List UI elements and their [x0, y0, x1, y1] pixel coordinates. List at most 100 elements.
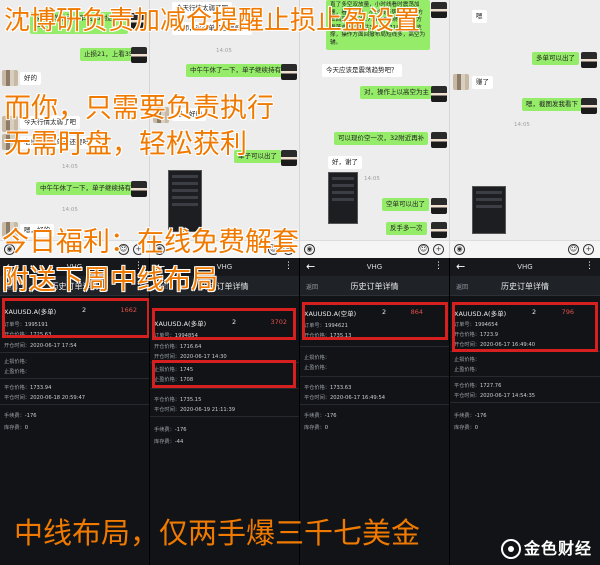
avatar[interactable] [281, 64, 297, 80]
avatar[interactable] [431, 222, 447, 238]
field-label: 手续费： [154, 427, 175, 433]
field-label: 平仓时间： [154, 407, 180, 413]
screenshot-thumbnail[interactable] [328, 172, 358, 224]
field-value: 0 [24, 425, 29, 431]
divider [0, 352, 149, 353]
avatar[interactable] [2, 70, 18, 86]
open-time: 开仓时间：2020-06-17 17:54 [4, 342, 77, 349]
thumbnail-row [332, 191, 354, 194]
field-label: 止盈价格： [304, 365, 330, 371]
chat-message: 嗯，截图发我看下 [522, 98, 582, 111]
chat-message: 空单可以出了 [382, 198, 429, 211]
chat-message: 嗯 [472, 10, 487, 23]
chat-message: 中午午休了一下，单子继续持有 [36, 182, 135, 195]
field-label: 库存费： [304, 425, 325, 431]
chat-message: 中午午休了一下，单子继续持有 [186, 64, 285, 77]
highlight-box [152, 308, 296, 340]
field-value: 1733.63 [329, 385, 352, 391]
field-value: 2020-06-18 20:59:47 [29, 395, 86, 401]
chat-message: 反手多一次 [386, 222, 427, 235]
fee: 手续费：-176 [4, 412, 37, 419]
plus-icon[interactable]: + [583, 244, 594, 255]
more-icon[interactable]: ⋮ [284, 261, 293, 271]
sub-header: 返回 历史订单详情 [450, 276, 600, 296]
avatar[interactable] [431, 198, 447, 214]
close-time: 平仓时间：2020-06-17 14:54:35 [454, 392, 535, 399]
divider [0, 378, 149, 379]
more-icon[interactable]: ⋮ [585, 261, 594, 271]
emoji-icon[interactable]: ☺ [568, 244, 579, 255]
take-profit: 止盈价格： [304, 364, 330, 371]
caption-just-execute: 而你，只需要负责执行 [4, 93, 274, 124]
highlight-box [2, 298, 149, 338]
field-label: 止损价格： [4, 359, 30, 365]
field-value: 2020-06-17 17:54 [29, 343, 77, 349]
chat-input-bar: ◉ ☺ + [300, 240, 449, 258]
avatar[interactable] [431, 132, 447, 148]
stop-loss: 止损价格： [304, 354, 330, 361]
avatar[interactable] [431, 86, 447, 102]
field-label: 库存费： [4, 425, 25, 431]
fee: 手续费：-176 [304, 412, 337, 419]
field-value: -176 [174, 427, 187, 433]
chat-message: 好的 [20, 72, 41, 85]
highlight-box [152, 360, 296, 388]
avatar[interactable] [581, 52, 597, 68]
avatar[interactable] [581, 98, 597, 114]
divider [150, 416, 299, 417]
divider [450, 402, 600, 403]
avatar[interactable] [453, 74, 469, 90]
avatar[interactable] [281, 150, 297, 166]
screenshot-thumbnail[interactable] [472, 186, 506, 234]
emoji-icon[interactable]: ☺ [418, 244, 429, 255]
field-label: 库存费： [154, 439, 175, 445]
field-label: 平仓价格： [4, 385, 30, 391]
timestamp: 14:05 [62, 164, 78, 170]
plus-icon[interactable]: + [433, 244, 444, 255]
nav-bar: ← VHG ⋮ [450, 258, 600, 276]
avatar[interactable] [431, 2, 447, 18]
swap: 库存费：0 [454, 424, 478, 431]
swap: 库存费：0 [4, 424, 28, 431]
highlight-box [302, 302, 448, 340]
field-label: 开仓价格： [154, 344, 180, 350]
field-value: 0 [474, 425, 479, 431]
avatar[interactable] [131, 181, 147, 197]
chat-message: 多单可以出了 [532, 52, 579, 65]
jinse-logo-icon [500, 538, 521, 559]
chat-input-bar: ◉ ☺ + [450, 240, 600, 258]
caption-signal-service: 沈博研负责加减仓提醒止损止盈设置 [4, 6, 421, 36]
take-profit: 止盈价格： [454, 366, 480, 373]
voice-icon[interactable]: ◉ [454, 244, 465, 255]
thumbnail-row [476, 205, 502, 208]
chat-message: 赚了 [472, 76, 493, 89]
field-value: 0 [324, 425, 329, 431]
nav-bar: ← VHG ⋮ [300, 258, 449, 276]
divider [300, 346, 449, 347]
thumbnail-row [332, 184, 354, 187]
thumbnail-row [476, 198, 502, 201]
fee: 手续费：-176 [454, 412, 487, 419]
chat-message: 对，操作上以高空为主 [360, 86, 433, 99]
avatar[interactable] [131, 47, 147, 63]
caption-today-benefit: 今日福利：在线免费解套 [2, 227, 299, 258]
timestamp: 14:05 [62, 207, 78, 213]
close-price: 平仓价格：1733.94 [4, 384, 51, 391]
divider [150, 388, 299, 389]
field-label: 手续费： [454, 413, 475, 419]
timestamp: 14:05 [514, 122, 530, 128]
chat-message: 今天应该是震荡趋势吧？ [322, 64, 402, 77]
open-price: 开仓价格：1716.64 [154, 343, 201, 350]
app-title: VHG [517, 263, 533, 271]
divider [0, 404, 149, 405]
take-profit: 止盈价格： [4, 368, 30, 375]
caption-next-week: 附送下周中线布局 [2, 265, 218, 296]
chat-message: 可以现价空一次，32附近再补 [334, 132, 429, 145]
open-time: 开仓时间：2020-06-17 14:30 [154, 353, 227, 360]
more-icon[interactable]: ⋮ [434, 261, 443, 271]
close-time: 平仓时间：2020-06-19 21:11:39 [154, 406, 235, 413]
chat-message: 好，谢了 [328, 156, 362, 169]
voice-icon[interactable]: ◉ [304, 244, 315, 255]
field-label: 平仓价格： [304, 385, 330, 391]
field-value: 1727.76 [479, 383, 502, 389]
